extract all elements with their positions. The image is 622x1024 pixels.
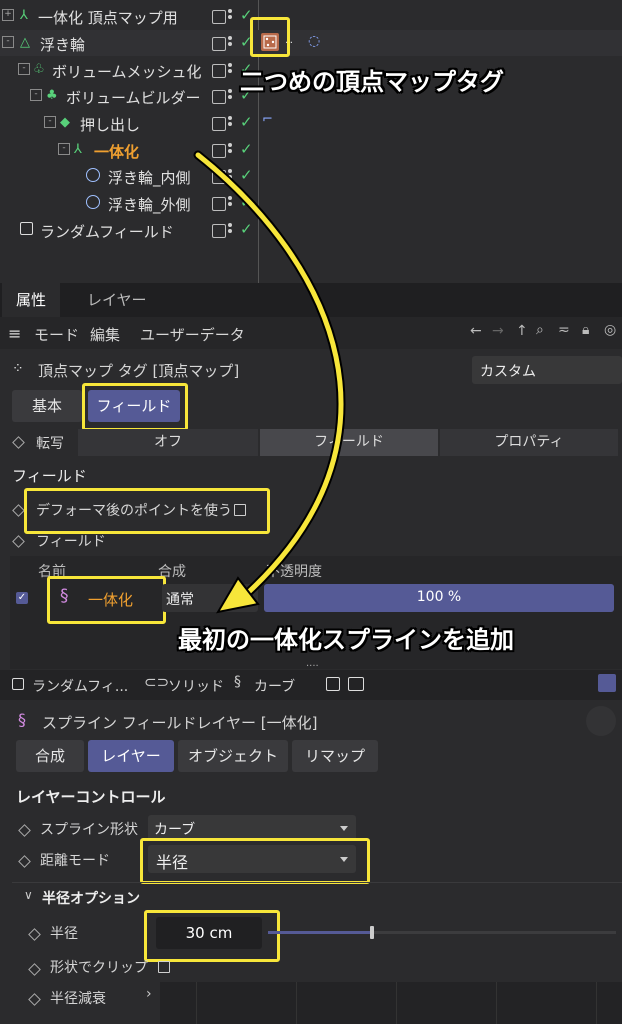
annotation-arrow xyxy=(193,150,346,614)
annotation-add-spline: 最初の一体化スプラインを追加 xyxy=(178,626,514,654)
